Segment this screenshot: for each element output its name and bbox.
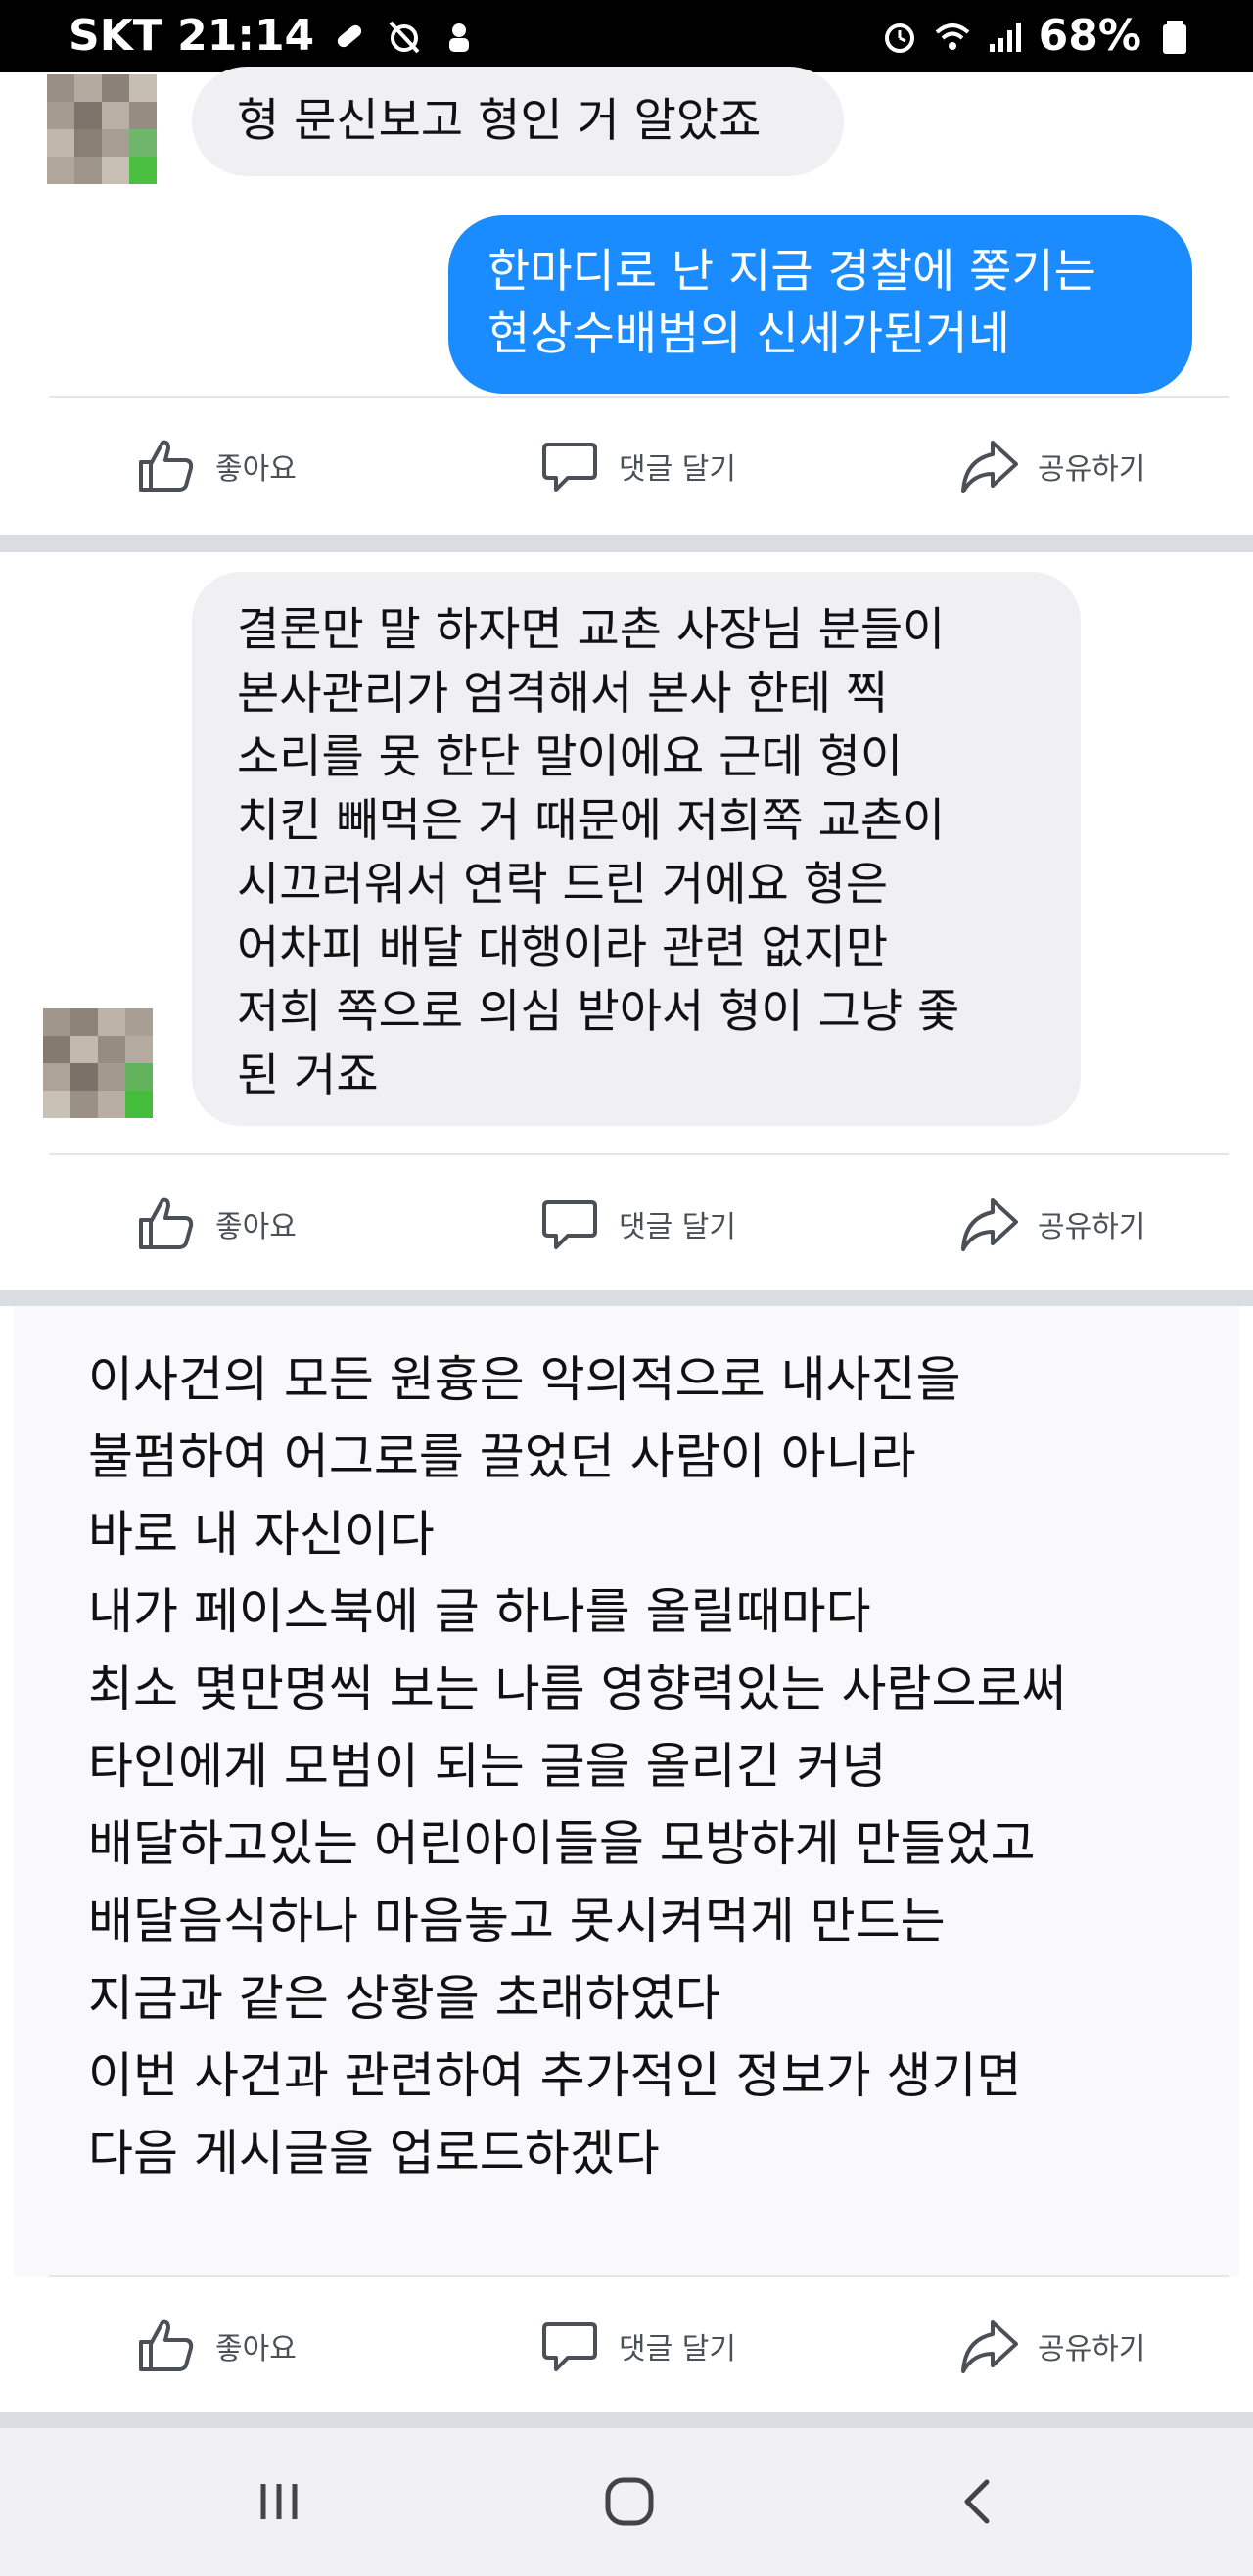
comment-bubble-icon [542, 1200, 597, 1249]
message-text: 치킨 빼먹은 거 때문에 저희쪽 교촌이 [237, 794, 946, 848]
message-text: 현상수배범의 신세가된거네 [487, 307, 1010, 361]
share-label: 공유하기 [1038, 1210, 1146, 1244]
share-button[interactable]: 공유하기 [957, 398, 1145, 535]
post-action-bar: 좋아요 댓글 달기 공유하기 [0, 1155, 1253, 1292]
battery-percent: 68% [1038, 11, 1141, 61]
message-text: 한마디로 난 지금 경찰에 쫒기는 [487, 245, 1096, 299]
message-bubble-incoming: 결론만 말 하자면 교촌 사장님 분들이 본사관리가 엄격해서 본사 한테 찍 … [192, 572, 1081, 1126]
comment-bubble-icon [542, 2322, 597, 2371]
comment-button[interactable]: 댓글 달기 [538, 2277, 736, 2414]
message-text: 소리를 못 한단 말이에요 근데 형이 [237, 730, 904, 784]
post-text-line: 이번 사건과 관련하여 추가적인 정보가 생기면 [88, 2047, 1022, 2104]
message-text: 결론만 말 하자면 교촌 사장님 분들이 [237, 603, 946, 657]
comment-label: 댓글 달기 [619, 452, 736, 487]
share-label: 공유하기 [1038, 2332, 1146, 2366]
post-separator [0, 1290, 1253, 1306]
like-button[interactable]: 좋아요 [135, 1155, 297, 1292]
post-text-line: 바로 내 자신이다 [88, 1506, 435, 1563]
app-notification-icon [449, 23, 470, 52]
comment-button[interactable]: 댓글 달기 [538, 398, 736, 535]
home-button[interactable] [571, 2458, 688, 2546]
post-text-line: 최소 몇만명씩 보는 나름 영향력있는 사람으로써 [88, 1661, 1067, 1717]
comment-label: 댓글 달기 [619, 2332, 736, 2366]
thumbs-up-icon [139, 1197, 194, 1249]
share-button[interactable]: 공유하기 [957, 1155, 1145, 1292]
share-label: 공유하기 [1038, 452, 1146, 487]
status-bar: SKT 21:14 68% [0, 0, 1253, 72]
signal-icon [989, 23, 1021, 52]
comment-button[interactable]: 댓글 달기 [538, 1155, 736, 1292]
message-text: 된 거죠 [237, 1049, 379, 1102]
post-text-line: 배달음식하나 마음놓고 못시켜먹게 만드는 [88, 1893, 946, 1949]
wifi-icon [935, 23, 969, 50]
post-separator [0, 535, 1253, 552]
post-text: 이사건의 모든 원흉은 악의적으로 내사진을 불펌하여 어그로를 끌었던 사람이… [88, 1341, 1066, 2192]
post-action-bar: 좋아요 댓글 달기 공유하기 [0, 2277, 1253, 2414]
like-label: 좋아요 [215, 452, 297, 487]
post-separator [0, 2412, 1253, 2428]
post-text-line: 타인에게 모범이 되는 글을 올리긴 커녕 [88, 1738, 887, 1795]
recent-apps-icon [260, 2484, 298, 2519]
post-text-line: 다음 게시글을 업로드하겠다 [88, 2125, 660, 2181]
message-text: 형 문신보고 형인 거 알았죠 [237, 94, 762, 148]
back-icon [964, 2479, 990, 2524]
post-text-line: 배달하고있는 어린아이들을 모방하게 만들었고 [88, 1815, 1036, 1872]
carrier-time: SKT 21:14 [69, 11, 315, 61]
like-button[interactable]: 좋아요 [135, 398, 297, 535]
recent-apps-button[interactable] [220, 2458, 338, 2546]
post-action-bar: 좋아요 댓글 달기 공유하기 [0, 398, 1253, 535]
message-bubble-outgoing: 한마디로 난 지금 경찰에 쫒기는 현상수배범의 신세가된거네 [448, 215, 1192, 394]
thumbs-up-icon [139, 440, 194, 492]
avatar[interactable] [47, 74, 157, 184]
post-text-line: 내가 페이스북에 글 하나를 올릴때마다 [88, 1583, 871, 1640]
comment-label: 댓글 달기 [619, 1210, 736, 1244]
bandage-icon [338, 24, 362, 48]
back-button[interactable] [920, 2458, 1038, 2546]
share-arrow-icon [961, 1198, 1018, 1251]
message-text: 시끄러워서 연락 드린 거에요 형은 [237, 858, 889, 912]
battery-icon [1163, 21, 1186, 54]
share-arrow-icon [961, 441, 1018, 493]
message-text: 어차피 배달 대행이라 관련 없지만 [237, 921, 889, 975]
thumbs-up-icon [139, 2319, 194, 2371]
post-text-line: 이사건의 모든 원흉은 악의적으로 내사진을 [88, 1351, 961, 1408]
home-icon [605, 2477, 654, 2526]
post-text-line: 지금과 같은 상황을 초래하였다 [88, 1970, 720, 2027]
no-alarm-icon [389, 21, 420, 54]
navigation-bar [0, 2428, 1253, 2576]
like-label: 좋아요 [215, 2332, 297, 2366]
like-label: 좋아요 [215, 1210, 297, 1244]
like-button[interactable]: 좋아요 [135, 2277, 297, 2414]
comment-bubble-icon [542, 443, 597, 492]
share-arrow-icon [961, 2320, 1018, 2373]
message-bubble-incoming: 형 문신보고 형인 거 알았죠 [192, 67, 844, 176]
avatar[interactable] [43, 1008, 153, 1118]
alarm-icon [884, 23, 914, 53]
message-text: 본사관리가 엄격해서 본사 한테 찍 [237, 667, 889, 721]
post-text-line: 불펌하여 어그로를 끌었던 사람이 아니라 [88, 1429, 916, 1485]
share-button[interactable]: 공유하기 [957, 2277, 1145, 2414]
message-text: 저희 쪽으로 의심 받아서 형이 그냥 좇 [237, 985, 960, 1039]
